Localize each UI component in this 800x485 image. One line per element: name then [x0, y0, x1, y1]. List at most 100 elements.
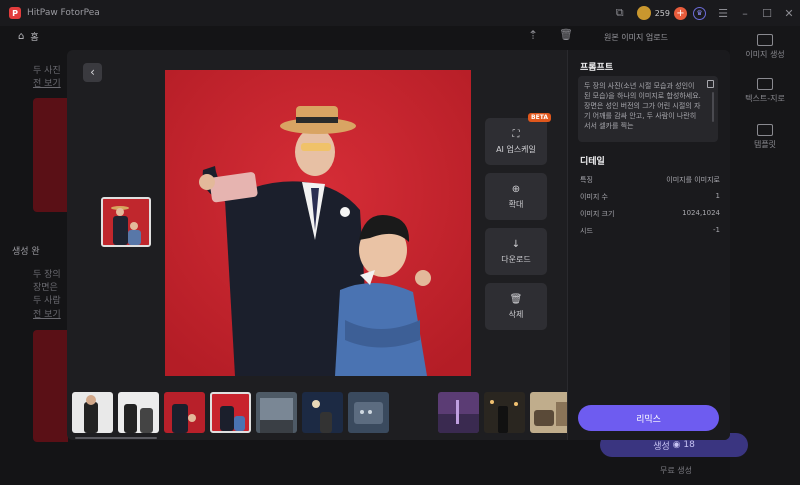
sidebar-item-text[interactable]: 텍스트-지로	[730, 78, 800, 104]
zoom-label: 확대	[508, 199, 524, 209]
thumbnail[interactable]	[348, 392, 389, 433]
sidebar-item-label: 텍스트-지로	[745, 94, 785, 103]
screenshot-icon[interactable]: ⧉	[609, 0, 631, 26]
title-bar: P HitPaw FotorPea ⧉ 259 + ♛ ☰ – ☐ ✕	[0, 0, 800, 26]
upscale-icon: ⛶	[512, 128, 520, 140]
thumbnail-strip	[67, 388, 571, 440]
zoom-in-icon: ⊕	[511, 183, 521, 195]
detail-value: 1	[715, 192, 720, 200]
remix-label: 리믹스	[636, 414, 661, 425]
thumbnail-image	[172, 404, 196, 433]
thumbnail-image	[534, 402, 568, 426]
feed-text: 두 사람	[33, 296, 61, 306]
detail-label: 특징	[580, 176, 593, 184]
prompt-scrollbar[interactable]	[712, 92, 714, 122]
feed-link[interactable]: 전 보기	[33, 307, 61, 320]
template-icon	[757, 124, 773, 136]
zoom-button[interactable]: ⊕ 확대	[485, 173, 547, 220]
thumbnail[interactable]	[256, 392, 297, 433]
generate-cost: 18	[683, 440, 695, 450]
strip-scrollbar[interactable]	[75, 437, 157, 439]
source-thumb-image	[103, 199, 149, 245]
action-buttons: BETA ⛶ AI 업스케일 ⊕ 확대 ↓ 다운로드 🗑 삭제	[485, 113, 551, 338]
feed-text: 두 장의	[33, 270, 61, 280]
detail-row: 이미지 수 1	[580, 192, 720, 202]
ai-upscale-button[interactable]: BETA ⛶ AI 업스케일	[485, 113, 551, 165]
detail-value: 1024,1024	[682, 209, 720, 217]
menu-icon[interactable]: ☰	[712, 0, 734, 26]
prompt-title: 프롬프트	[580, 63, 614, 73]
trash-icon: 🗑	[509, 293, 523, 305]
prompt-text: 두 장의 사진(소년 시절 모습과 성인이 된 모습)을 하나의 이미지로 합성…	[584, 82, 701, 130]
chevron-left-icon: ‹	[90, 65, 95, 79]
thumbnail-image	[490, 400, 518, 433]
thumbnail-image	[438, 400, 479, 433]
feed-image[interactable]	[33, 98, 68, 212]
generate-label: 생성	[653, 441, 670, 452]
thumbnail-image	[354, 402, 383, 424]
coin-icon	[636, 6, 651, 20]
detail-row: 이미지 크기 1024,1024	[580, 209, 720, 219]
beta-badge: BETA	[528, 113, 551, 122]
selfie-photo	[165, 70, 471, 376]
detail-label: 이미지 수	[580, 193, 608, 201]
feed-link[interactable]: 전 보기	[33, 76, 61, 89]
titlebar-controls: ⧉ 259 + ♛ ☰ – ☐ ✕	[609, 0, 800, 26]
premium-icon[interactable]: ♛	[693, 6, 706, 20]
thumbnail[interactable]	[118, 392, 159, 433]
app-logo-icon: P	[9, 7, 21, 19]
thumbnail[interactable]	[484, 392, 525, 433]
remix-button[interactable]: 리믹스	[578, 405, 719, 431]
home-bar: ⌂ 홈 ⇡ 🗑	[0, 26, 590, 46]
add-credits-button[interactable]: +	[674, 6, 687, 20]
home-icon[interactable]: ⌂	[18, 31, 24, 42]
back-button[interactable]: ‹	[83, 63, 102, 82]
sidebar-item-template[interactable]: 템플릿	[730, 124, 800, 150]
detail-label: 시드	[580, 227, 593, 235]
image-icon	[757, 34, 773, 46]
image-preview-modal: ‹ BETA ⛶ AI 업스케일 ⊕ 확대 ↓ 다운로드 🗑 삭제 프롬프트 두…	[67, 50, 730, 440]
background-feed: 두 사진 전 보기 생성 완 두 장의 장면은 두 사람 전 보기	[0, 46, 68, 485]
credits-count: 259	[654, 8, 670, 18]
copy-icon[interactable]	[707, 80, 714, 88]
feed-text: 장면은	[33, 283, 58, 293]
thumbnail[interactable]	[530, 392, 571, 433]
delete-button[interactable]: 🗑 삭제	[485, 283, 547, 330]
feed-image[interactable]	[33, 330, 68, 442]
upload-title: 원본 이미지 업로드	[604, 33, 668, 42]
thumbnail[interactable]	[302, 392, 343, 433]
maximize-button[interactable]: ☐	[756, 0, 778, 26]
details-panel: 프롬프트 두 장의 사진(소년 시절 모습과 성인이 된 모습)을 하나의 이미…	[567, 50, 730, 440]
download-label: 다운로드	[501, 254, 531, 264]
app-title: HitPaw FotorPea	[27, 8, 100, 18]
trash-icon[interactable]: 🗑	[559, 28, 573, 41]
thumbnail-image	[124, 404, 153, 433]
upload-icon[interactable]: ⇡	[528, 28, 538, 42]
thumbnail[interactable]	[164, 392, 205, 433]
detail-value: 이미지를 이미지로	[666, 176, 720, 184]
detail-value: -1	[713, 226, 720, 234]
ai-upscale-label: AI 업스케일	[496, 144, 536, 154]
sidebar-item-label: 템플릿	[753, 140, 777, 149]
text-image-icon	[757, 78, 773, 90]
download-button[interactable]: ↓ 다운로드	[485, 228, 547, 275]
feed-status: 생성 완	[12, 247, 40, 257]
close-button[interactable]: ✕	[778, 0, 800, 26]
thumbnail[interactable]	[438, 392, 479, 433]
feed-text: 두 사진	[33, 66, 61, 76]
source-thumbnail[interactable]	[101, 197, 151, 247]
sidebar-item-image-gen[interactable]: 이미지 생성	[730, 34, 800, 60]
download-icon: ↓	[511, 238, 521, 250]
thumbnail-selected[interactable]	[210, 392, 251, 433]
main-image	[165, 70, 471, 376]
home-label[interactable]: 홈	[30, 30, 38, 43]
prompt-box: 두 장의 사진(소년 시절 모습과 성인이 된 모습)을 하나의 이미지로 합성…	[578, 76, 718, 142]
detail-label: 이미지 크기	[580, 210, 615, 218]
thumbnail[interactable]	[72, 392, 113, 433]
thumbnail-image	[84, 395, 98, 433]
minimize-button[interactable]: –	[734, 0, 756, 26]
thumbnail-image	[220, 406, 245, 431]
thumbnail-image	[260, 398, 293, 433]
detail-row: 특징 이미지를 이미지로	[580, 175, 720, 185]
detail-row: 시드 -1	[580, 226, 720, 236]
